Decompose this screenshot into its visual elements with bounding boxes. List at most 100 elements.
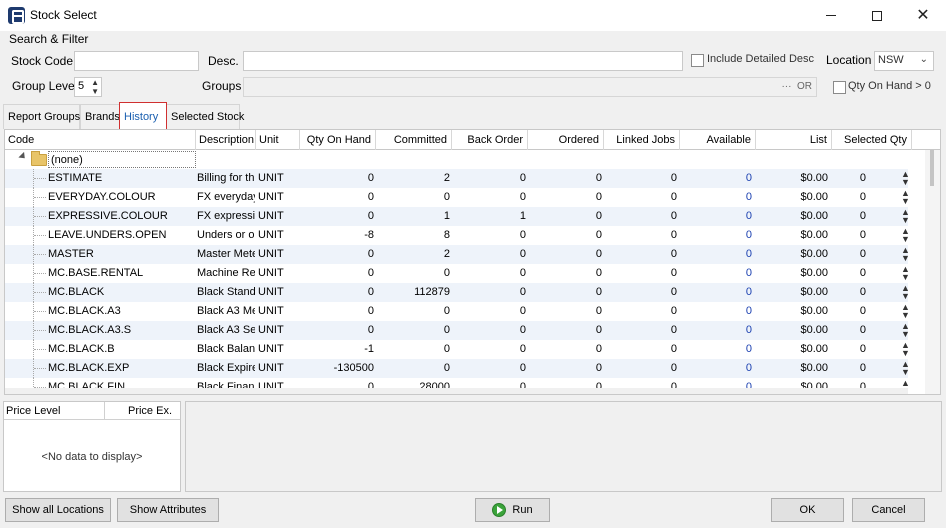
col-back-order[interactable]: Back Order	[452, 130, 528, 150]
location-value: NSW	[878, 54, 904, 66]
table-row[interactable]: EXPRESSIVE.COLOUR FX expressiv UNIT 0 1 1 0 0 0 $…	[5, 207, 910, 226]
table-row[interactable]: MC.BLACK Black StandaUNIT 0 112879 0 0 0 0 $0.00…	[5, 283, 910, 302]
horizontal-scrollbar[interactable]	[5, 388, 908, 394]
cell-description: Black Standa	[197, 286, 255, 298]
selected-qty-stepper-icon[interactable]: ▲▼	[901, 341, 910, 358]
qty-on-hand-label: Qty On Hand > 0	[848, 80, 931, 92]
tree-line	[34, 273, 46, 274]
cell-back-order: 1	[519, 210, 526, 222]
include-detailed-desc-checkbox[interactable]	[691, 54, 704, 67]
table-row[interactable]: MC.BASE.RENTAL Machine RenUNIT 0 0 0 0 0 0 $0.00…	[5, 264, 910, 283]
col-ordered[interactable]: Ordered	[528, 130, 604, 150]
groups-ellipsis-button[interactable]: ···	[781, 81, 791, 92]
col-price-ex[interactable]: Price Ex.	[128, 405, 172, 417]
selected-qty-stepper-icon[interactable]: ▲▼	[901, 246, 910, 263]
table-row[interactable]: ESTIMATE Billing for thi UNIT 0 2 0 0 0 0 $0.00 0 ▲…	[5, 169, 910, 188]
cell-linked-jobs: 0	[670, 305, 677, 317]
cell-back-order: 0	[519, 343, 526, 355]
table-row[interactable]: MASTER Master Mete UNIT 0 2 0 0 0 0 $0.00 0 ▲ ▼	[5, 245, 910, 264]
ok-button[interactable]: OK	[771, 498, 844, 522]
selected-qty-stepper-icon[interactable]: ▲▼	[901, 227, 910, 244]
cell-code: MC.BLACK.EXP	[48, 362, 130, 374]
col-code[interactable]: Code	[5, 130, 196, 150]
spin-arrows-icon[interactable]: ▲ ▼	[91, 78, 99, 96]
cell-qty-on-hand: 0	[367, 324, 374, 336]
show-all-locations-button[interactable]: Show all Locations	[5, 498, 111, 522]
col-price-level[interactable]: Price Level	[6, 405, 60, 417]
cancel-button[interactable]: Cancel	[852, 498, 925, 522]
group-row[interactable]: (none)	[5, 150, 908, 169]
cell-linked-jobs: 0	[670, 191, 677, 203]
cell-available: 0	[745, 362, 752, 374]
table-row[interactable]: MC.BLACK.B Black Balanc UNIT -1 0 0 0 0 0 $0.00 0 ▲…	[5, 340, 910, 359]
app-logo-icon	[8, 7, 25, 24]
tree-line	[34, 292, 46, 293]
cell-committed: 2	[443, 248, 450, 260]
col-qty-on-hand[interactable]: Qty On Hand	[300, 130, 376, 150]
cell-selected-qty: 0	[859, 362, 866, 374]
selected-qty-stepper-icon[interactable]: ▲▼	[901, 189, 910, 206]
cell-back-order: 0	[519, 286, 526, 298]
col-list[interactable]: List	[756, 130, 832, 150]
selected-qty-stepper-icon[interactable]: ▲▼	[901, 303, 910, 320]
selected-qty-stepper-icon[interactable]: ▲▼	[901, 360, 910, 377]
cell-committed: 1	[443, 210, 450, 222]
location-label: Location	[826, 53, 872, 67]
qty-on-hand-checkbox[interactable]	[833, 81, 846, 94]
maximize-button[interactable]	[854, 0, 900, 31]
cell-back-order: 0	[519, 172, 526, 184]
selected-qty-stepper-icon[interactable]: ▲▼	[901, 170, 910, 187]
vertical-scrollbar[interactable]	[925, 150, 940, 394]
cell-description: Black Balanc	[197, 343, 255, 355]
table-row[interactable]: EVERYDAY.COLOUR FX everyday UNIT 0 0 0 0 0 0 $0.0…	[5, 188, 910, 207]
cell-committed: 112879	[414, 286, 450, 298]
tab-history[interactable]: History	[119, 102, 167, 130]
table-row[interactable]: MC.BLACK.A3.S Black A3 Ser UNIT 0 0 0 0 0 0 $0.00…	[5, 321, 910, 340]
collapse-triangle-icon[interactable]	[18, 151, 28, 162]
selected-qty-stepper-icon[interactable]: ▲▼	[901, 208, 910, 225]
cell-linked-jobs: 0	[670, 172, 677, 184]
cell-back-order: 0	[519, 305, 526, 317]
group-level-stepper[interactable]: 5 ▲ ▼	[74, 77, 102, 97]
col-committed[interactable]: Committed	[376, 130, 452, 150]
cell-ordered: 0	[595, 172, 602, 184]
stock-code-input[interactable]	[74, 51, 199, 71]
scrollbar-thumb[interactable]	[930, 150, 934, 186]
cell-committed: 0	[443, 267, 450, 279]
location-select[interactable]: NSW ⌄	[874, 51, 934, 71]
col-selected-qty[interactable]: Selected Qty	[832, 130, 912, 150]
run-button[interactable]: Run	[475, 498, 550, 522]
cell-qty-on-hand: 0	[367, 191, 374, 203]
cell-back-order: 0	[519, 229, 526, 241]
cell-list: $0.00	[800, 191, 828, 203]
col-linked-jobs[interactable]: Linked Jobs	[604, 130, 680, 150]
selected-qty-stepper-icon[interactable]: ▲▼	[901, 284, 910, 301]
selected-qty-stepper-icon[interactable]: ▲▼	[901, 265, 910, 282]
close-button[interactable]: ✕	[900, 0, 946, 31]
cell-qty-on-hand: 0	[367, 267, 374, 279]
tab-report-groups[interactable]: Report Groups	[3, 104, 80, 129]
cell-description: Unders or o	[197, 229, 255, 241]
table-row[interactable]: LEAVE.UNDERS.OPEN Unders or o UNIT -8 8 0 0 0 0 $…	[5, 226, 910, 245]
cell-selected-qty: 0	[859, 305, 866, 317]
col-description[interactable]: Description	[196, 130, 256, 150]
show-attributes-button[interactable]: Show Attributes	[117, 498, 219, 522]
table-row[interactable]: MC.BLACK.A3 Black A3 Me UNIT 0 0 0 0 0 0 $0.00 0 ▲ ▼	[5, 302, 910, 321]
table-row[interactable]: MC.BLACK.EXP Black Expire UNIT -130500 0 0 0 0 0…	[5, 359, 910, 378]
cell-list: $0.00	[800, 172, 828, 184]
cell-ordered: 0	[595, 286, 602, 298]
tab-selected-stock[interactable]: Selected Stock	[166, 104, 244, 129]
tab-brands[interactable]: Brands	[80, 104, 120, 129]
cell-available: 0	[745, 191, 752, 203]
cell-ordered: 0	[595, 210, 602, 222]
groups-input[interactable]: ··· OR	[243, 77, 817, 97]
group-level-value: 5	[78, 80, 85, 92]
desc-input[interactable]	[243, 51, 683, 71]
folder-icon	[31, 151, 47, 166]
cell-code: ESTIMATE	[48, 172, 103, 184]
selected-qty-stepper-icon[interactable]: ▲▼	[901, 322, 910, 339]
cell-unit: UNIT	[258, 191, 284, 203]
minimize-button[interactable]	[808, 0, 854, 31]
col-unit[interactable]: Unit	[256, 130, 300, 150]
col-available[interactable]: Available	[680, 130, 756, 150]
